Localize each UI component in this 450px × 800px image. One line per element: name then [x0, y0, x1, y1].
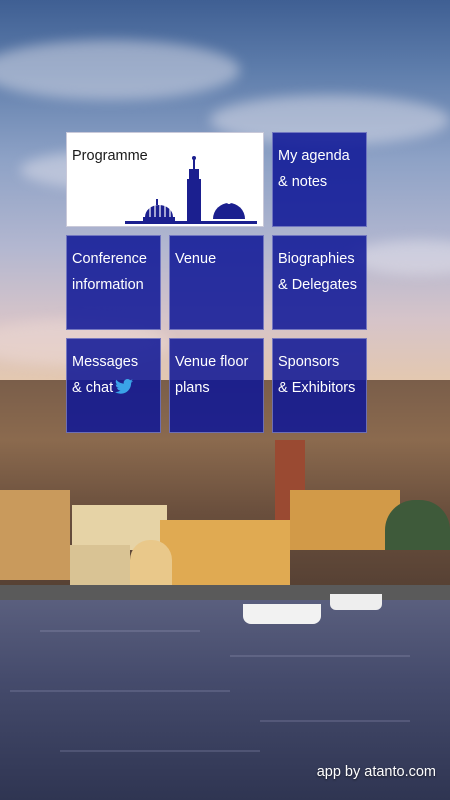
boat — [243, 604, 321, 624]
twitter-bird-icon — [115, 379, 134, 394]
tile-venue[interactable]: Venue — [169, 235, 264, 330]
tile-label: Sponsors & Exhibitors — [278, 354, 356, 396]
tile-label: Venue — [175, 251, 217, 267]
city-hall-logo-icon — [125, 156, 257, 224]
building — [70, 545, 130, 590]
tile-my-agenda[interactable]: My agenda & notes — [272, 132, 367, 227]
tile-label: My agenda & notes — [278, 148, 350, 190]
tile-label: Venue floor plans — [175, 354, 249, 396]
tile-biographies[interactable]: Biographies & Delegates — [272, 235, 367, 330]
tile-label: Conference information — [72, 251, 147, 293]
app-credit[interactable]: app by atanto.com — [317, 764, 436, 780]
tile-messages-chat[interactable]: Messages & chat — [66, 338, 161, 433]
main-menu-grid: Programme My agenda & notes Conference i… — [66, 132, 367, 433]
building — [290, 490, 400, 550]
tile-programme[interactable]: Programme — [66, 132, 264, 227]
building — [0, 490, 70, 580]
tile-label: Biographies & Delegates — [278, 251, 357, 293]
building — [160, 520, 290, 595]
tile-conference-information[interactable]: Conference information — [66, 235, 161, 330]
boat — [330, 594, 382, 610]
tile-sponsors-exhibitors[interactable]: Sponsors & Exhibitors — [272, 338, 367, 433]
tile-label-wrapper: Messages & chat — [72, 349, 156, 401]
tile-venue-floor-plans[interactable]: Venue floor plans — [169, 338, 264, 433]
trees — [385, 500, 450, 550]
